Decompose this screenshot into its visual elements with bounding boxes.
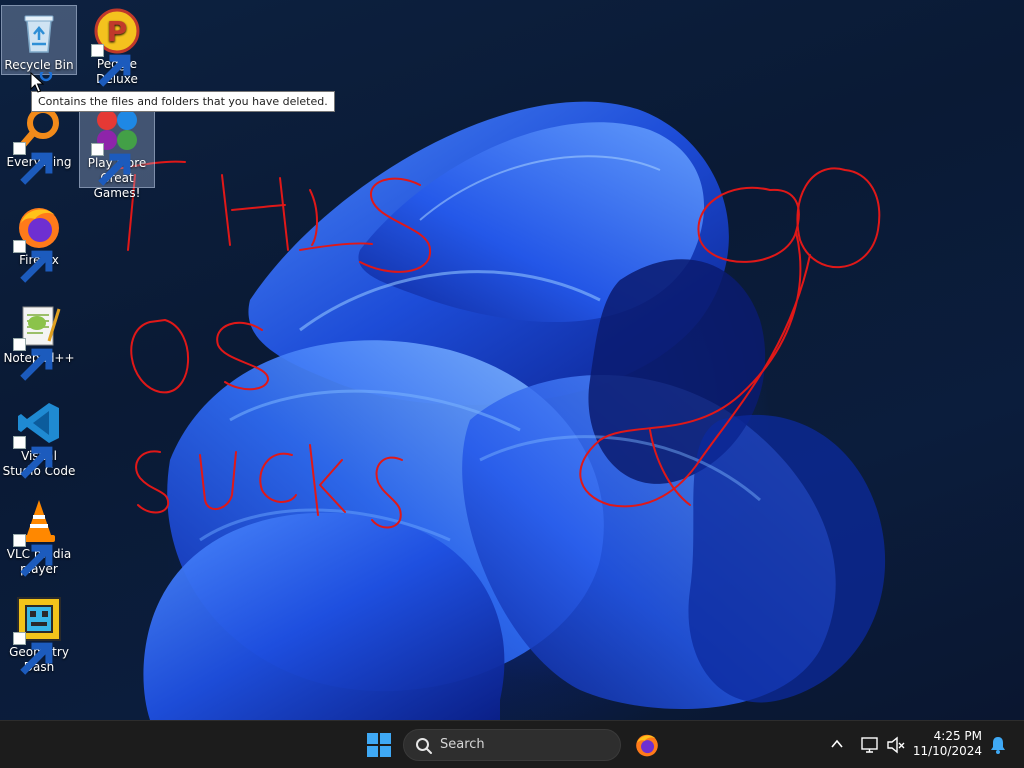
games-icon — [91, 106, 141, 186]
search-placeholder: Search — [440, 737, 485, 752]
desktop-icon-label: Recycle Bin — [4, 58, 74, 72]
desktop-icon-firefox[interactable]: Firefox — [1, 203, 77, 283]
volume-muted-icon[interactable] — [886, 735, 906, 755]
vscode-icon — [13, 399, 63, 479]
desktop-icon-play-more-games[interactable]: Play More Great Games! — [79, 103, 155, 200]
clock-time: 4:25 PM — [933, 729, 982, 743]
shortcut-arrow-icon — [91, 143, 131, 186]
mouse-cursor-busy-icon — [30, 72, 53, 93]
desktop-icon-recycle-bin[interactable]: Recycle Bin — [1, 5, 77, 75]
shortcut-arrow-icon — [13, 632, 53, 675]
shortcut-arrow-icon — [13, 436, 53, 479]
taskbar-firefox-icon[interactable] — [634, 732, 660, 758]
recycle-bin-tooltip: Contains the files and folders that you … — [31, 91, 335, 112]
shortcut-arrow-icon — [13, 240, 53, 283]
search-icon — [416, 738, 432, 754]
taskbar: Search 4:25 PM 11/10/2024 — [0, 720, 1024, 768]
vlc-icon — [13, 497, 63, 577]
chevron-up-icon[interactable] — [830, 737, 844, 751]
shortcut-arrow-icon — [91, 44, 131, 87]
bloom-petal — [688, 414, 886, 703]
firefox-icon — [13, 203, 63, 283]
taskbar-search-box[interactable]: Search — [403, 729, 621, 761]
notepad-plus-plus-icon — [13, 301, 63, 381]
system-clock[interactable]: 4:25 PM 11/10/2024 — [912, 729, 982, 759]
svg-text:P: P — [107, 15, 128, 48]
peggle-icon: P — [91, 7, 141, 87]
shortcut-arrow-icon — [13, 142, 53, 185]
desktop-icon-geometry-dash[interactable]: Geometry Dash — [1, 595, 77, 675]
desktop-icon-everything[interactable]: Everything — [1, 105, 77, 185]
shortcut-arrow-icon — [13, 534, 53, 577]
recycle-bin-icon — [15, 8, 63, 56]
windows-start-icon[interactable] — [366, 732, 392, 758]
everything-search-icon — [13, 105, 63, 185]
shortcut-arrow-icon — [13, 338, 53, 381]
desktop-icon-vlc-media-player[interactable]: VLC media player — [1, 497, 77, 577]
geometry-dash-icon — [13, 595, 63, 675]
desktop-icon-visual-studio-code[interactable]: Visual Studio Code — [1, 399, 77, 479]
desktop[interactable]: Recycle Bin P Peggle Deluxe Everything P… — [0, 0, 1024, 720]
desktop-icon-peggle-deluxe[interactable]: P Peggle Deluxe — [79, 7, 155, 87]
desktop-icon-notepad-plus-plus[interactable]: Notepad++ — [1, 301, 77, 381]
notification-bell-icon[interactable] — [989, 735, 1007, 755]
clock-date: 11/10/2024 — [912, 744, 982, 758]
network-icon[interactable] — [860, 735, 880, 755]
